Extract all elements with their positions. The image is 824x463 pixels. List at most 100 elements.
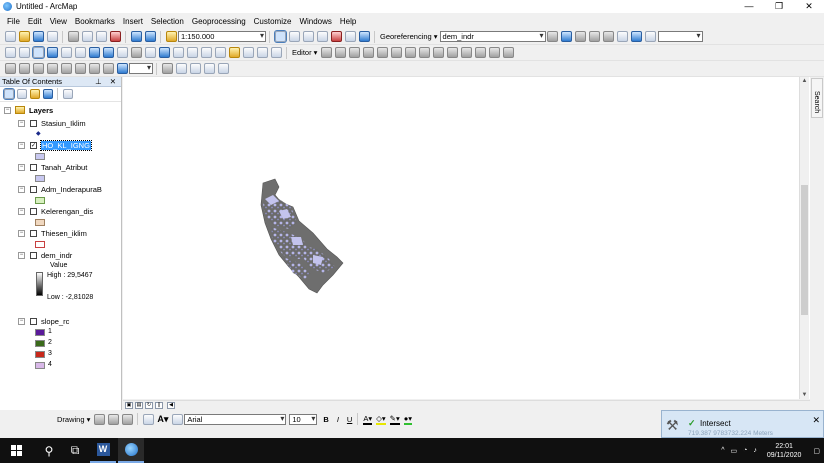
pause-drawing-icon[interactable]: ∥ <box>155 401 163 409</box>
toc-options-icon[interactable] <box>62 89 73 99</box>
map-view[interactable] <box>123 77 810 399</box>
layer-visibility-checkbox[interactable] <box>30 207 37 215</box>
layer-row-stasiun-iklim[interactable]: − Stasiun_Iklim <box>18 118 86 128</box>
measure-icon[interactable] <box>214 47 226 58</box>
editor-menu[interactable]: Editor ▾ <box>292 48 317 57</box>
layer-row-slope-rc[interactable]: − slope_rc <box>18 316 69 326</box>
map-canvas[interactable] <box>123 77 810 399</box>
menu-customize[interactable]: Customize <box>254 17 292 26</box>
arcmap-taskbar-app[interactable] <box>118 438 144 463</box>
clear-selection-icon[interactable] <box>130 47 142 58</box>
zoom-in-icon[interactable] <box>4 47 16 58</box>
sketch-properties-icon[interactable] <box>488 47 500 58</box>
contrast-icon[interactable] <box>60 63 72 74</box>
rotate-icon[interactable] <box>460 47 472 58</box>
catalog-icon[interactable] <box>302 31 314 42</box>
create-features-icon[interactable] <box>502 47 514 58</box>
forward-extent-icon[interactable] <box>102 47 114 58</box>
minimize-button[interactable]: — <box>734 0 764 13</box>
paste-icon[interactable] <box>95 31 107 42</box>
transparency-icon[interactable] <box>46 63 58 74</box>
cut-icon[interactable] <box>67 31 79 42</box>
menu-help[interactable]: Help <box>340 17 356 26</box>
layer-visibility-checkbox[interactable] <box>30 229 37 237</box>
marker-color-icon[interactable]: ●▾ <box>403 414 413 425</box>
layer-visibility-checkbox[interactable] <box>30 185 37 193</box>
close-button[interactable]: ✕ <box>794 0 824 13</box>
toc-header-controls[interactable]: ⊥ ✕ <box>95 77 119 86</box>
notifications-icon[interactable]: ▢ <box>813 447 820 455</box>
select-elements-icon[interactable] <box>144 47 156 58</box>
layer-row-tanah-atribut[interactable]: − Tanah_Atribut <box>18 162 87 172</box>
undo-icon[interactable] <box>130 31 142 42</box>
layer-name[interactable]: Stasiun_Iklim <box>41 119 86 128</box>
copy-icon[interactable] <box>81 31 93 42</box>
zoom-whole-page-icon[interactable] <box>121 413 133 425</box>
find-icon[interactable] <box>172 47 184 58</box>
notification-close-icon[interactable]: ✕ <box>812 415 820 426</box>
layout-full-page-icon[interactable] <box>217 63 229 74</box>
create-viewer-icon[interactable] <box>270 47 282 58</box>
select-elements-arrow-icon[interactable] <box>93 413 105 425</box>
rectangle-tool-icon[interactable] <box>142 413 154 425</box>
pan-hand-icon[interactable] <box>31 46 45 59</box>
redo-icon[interactable] <box>144 31 156 42</box>
layer-visibility-checkbox[interactable] <box>30 317 37 325</box>
python-icon[interactable] <box>344 31 356 42</box>
gamma-icon[interactable] <box>88 63 100 74</box>
attributes-icon[interactable] <box>474 47 486 58</box>
layer-name[interactable]: slope_rc <box>41 317 69 326</box>
scroll-left-icon[interactable]: ◀ <box>167 401 175 409</box>
layer-row-dem-indr[interactable]: − dem_indr <box>18 250 72 260</box>
menu-view[interactable]: View <box>50 17 67 26</box>
list-by-source-icon[interactable] <box>16 89 27 99</box>
collapse-icon[interactable]: − <box>18 251 25 259</box>
open-folder-icon[interactable] <box>18 31 30 42</box>
menu-bookmarks[interactable]: Bookmarks <box>75 17 115 26</box>
edit-vertices-draw-icon[interactable] <box>171 413 183 425</box>
rotate-element-icon[interactable] <box>107 413 119 425</box>
goto-xy-icon[interactable] <box>200 47 212 58</box>
collapse-icon[interactable]: − <box>18 141 25 149</box>
split-icon[interactable] <box>446 47 458 58</box>
collapse-icon[interactable]: − <box>18 119 25 127</box>
layer-visibility-checkbox[interactable]: ✓ <box>30 141 37 149</box>
data-view-icon[interactable]: ▣ <box>125 401 133 409</box>
scroll-thumb[interactable] <box>801 185 808 315</box>
table-of-contents-icon[interactable] <box>288 31 300 42</box>
georef-shift-icon[interactable] <box>575 31 587 42</box>
menu-insert[interactable]: Insert <box>123 17 143 26</box>
flicker-icon[interactable] <box>32 63 44 74</box>
layer-row-thiesen-iklim[interactable]: − Thiesen_iklim <box>18 228 87 238</box>
collapse-icon[interactable]: − <box>18 207 25 215</box>
drawing-menu[interactable]: Drawing ▾ <box>57 415 90 424</box>
underline-button[interactable]: U <box>347 415 352 424</box>
georef-scale-icon[interactable] <box>589 31 601 42</box>
georef-rotate-icon[interactable] <box>547 31 559 42</box>
zoom-out-icon[interactable] <box>18 47 30 58</box>
html-popup-icon[interactable] <box>242 47 254 58</box>
task-view-icon[interactable]: ⧉ <box>68 443 82 458</box>
layout-view-icon[interactable]: ▤ <box>135 401 143 409</box>
georeferencing-menu[interactable]: Georeferencing ▾ <box>380 32 438 41</box>
notification-title[interactable]: Intersect <box>700 419 731 428</box>
map-horizontal-scrollbar[interactable]: ▣ ▤ ↻ ∥ ◀ <box>123 400 810 409</box>
straight-segment-icon[interactable] <box>348 47 360 58</box>
fixed-zoom-out-icon[interactable] <box>74 47 86 58</box>
text-tool-icon[interactable]: A▾ <box>157 414 168 425</box>
font-size-combo[interactable]: 10 <box>289 413 318 425</box>
layout-zoom-out-icon[interactable] <box>189 63 201 74</box>
delete-icon[interactable] <box>109 31 121 42</box>
menu-file[interactable]: File <box>7 17 20 26</box>
print-icon[interactable] <box>46 31 58 42</box>
layer-visibility-checkbox[interactable] <box>30 119 37 127</box>
bold-button[interactable]: B <box>323 415 328 424</box>
windows-start-icon[interactable] <box>11 445 22 456</box>
battery-icon[interactable]: ▭ <box>731 447 738 455</box>
georef-layer-combo[interactable]: dem_indr <box>439 31 546 42</box>
collapse-icon[interactable]: − <box>18 229 25 237</box>
model-builder-icon[interactable] <box>358 31 370 42</box>
show-hidden-icons-icon[interactable]: ^ <box>721 447 724 454</box>
layout-page-icon[interactable] <box>161 63 173 74</box>
layer-name[interactable]: HO_KL_IGNG <box>40 139 92 151</box>
